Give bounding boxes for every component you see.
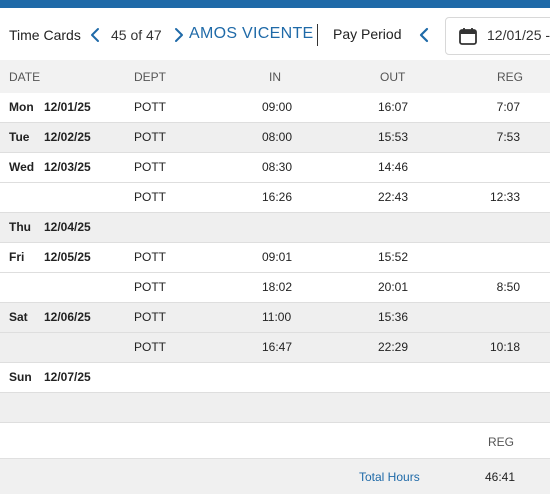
calendar-icon (458, 26, 478, 51)
cell-day: Fri (9, 250, 25, 264)
table-row[interactable]: Sat 12/06/25 POTT 11:00 15:36 (0, 303, 550, 333)
col-reg: REG (497, 70, 524, 84)
cell-dept: POTT (134, 310, 166, 324)
cell-date: 12/03/25 (44, 160, 91, 174)
cell-date: 12/05/25 (44, 250, 91, 264)
table-row[interactable]: Wed 12/03/25 POTT 08:30 14:46 (0, 153, 550, 183)
table-row[interactable] (0, 393, 550, 423)
cell-reg: 7:53 (496, 130, 520, 144)
top-accent-bar (0, 0, 550, 8)
cell-date: 12/07/25 (44, 370, 91, 384)
header-bar: Time Cards 45 of 47 AMOS VICENTE Pay Per… (0, 8, 550, 60)
chevron-left-icon (91, 28, 99, 42)
chevron-right-icon (175, 28, 183, 42)
table-row[interactable]: POTT 16:26 22:43 12:33 (0, 183, 550, 213)
pay-period-label: Pay Period (333, 26, 402, 42)
cell-out: 16:07 (378, 100, 409, 114)
col-date: DATE (9, 70, 41, 84)
cell-in: 16:26 (262, 190, 293, 204)
page-title: Time Cards (9, 27, 81, 43)
cell-day: Tue (9, 130, 30, 144)
cell-in: 09:01 (262, 250, 293, 264)
table-header: DATE DEPT IN OUT REG (0, 60, 550, 93)
table-row[interactable]: Fri 12/05/25 POTT 09:01 15:52 (0, 243, 550, 273)
cell-day: Thu (9, 220, 31, 234)
table-row[interactable]: POTT 16:47 22:29 10:18 (0, 333, 550, 363)
table-row[interactable]: Thu 12/04/25 (0, 213, 550, 243)
cell-date: 12/02/25 (44, 130, 91, 144)
cell-dept: POTT (134, 280, 166, 294)
cell-reg: 8:50 (496, 280, 520, 294)
record-counter: 45 of 47 (111, 27, 162, 43)
header-divider (317, 24, 318, 46)
cell-date: 12/01/25 (44, 100, 91, 114)
cell-dept: POTT (134, 130, 166, 144)
employee-name-link[interactable]: AMOS VICENTE (189, 25, 314, 43)
cell-reg: 10:18 (489, 340, 520, 354)
cell-in: 08:30 (262, 160, 293, 174)
cell-in: 18:02 (262, 280, 293, 294)
cell-out: 14:46 (378, 160, 409, 174)
cell-in: 09:00 (262, 100, 293, 114)
col-in: IN (269, 70, 281, 84)
cell-out: 20:01 (378, 280, 409, 294)
cell-out: 15:36 (378, 310, 409, 324)
summary-footer: Total Hours 46:41 (0, 459, 550, 494)
summary-reg-label: REG (488, 435, 515, 449)
chevron-left-icon (419, 27, 429, 43)
table-row[interactable]: Sun 12/07/25 (0, 363, 550, 393)
col-dept: DEPT (134, 70, 167, 84)
cell-day: Sat (9, 310, 28, 324)
col-out: OUT (380, 70, 406, 84)
cell-day: Wed (9, 160, 35, 174)
cell-dept: POTT (134, 160, 166, 174)
cell-dept: POTT (134, 190, 166, 204)
table-row[interactable]: Tue 12/02/25 POTT 08:00 15:53 7:53 (0, 123, 550, 153)
cell-dept: POTT (134, 340, 166, 354)
total-hours-label: Total Hours (359, 470, 420, 484)
total-hours-value: 46:41 (485, 470, 516, 484)
pay-period-date-picker[interactable]: 12/01/25 - (445, 17, 550, 55)
cell-day: Mon (9, 100, 34, 114)
cell-dept: POTT (134, 100, 166, 114)
cell-in: 16:47 (262, 340, 293, 354)
cell-reg: 12:33 (489, 190, 520, 204)
table-row[interactable]: POTT 18:02 20:01 8:50 (0, 273, 550, 303)
cell-in: 08:00 (262, 130, 293, 144)
table-row[interactable]: Mon 12/01/25 POTT 09:00 16:07 7:07 (0, 93, 550, 123)
cell-out: 22:43 (378, 190, 409, 204)
prev-pay-period-button[interactable] (417, 26, 433, 44)
next-employee-button[interactable] (170, 26, 186, 44)
summary-header: REG (0, 424, 550, 459)
cell-date: 12/04/25 (44, 220, 91, 234)
cell-out: 15:53 (378, 130, 409, 144)
prev-employee-button[interactable] (88, 26, 104, 44)
cell-out: 22:29 (378, 340, 409, 354)
cell-dept: POTT (134, 250, 166, 264)
cell-date: 12/06/25 (44, 310, 91, 324)
cell-out: 15:52 (378, 250, 409, 264)
date-range-value: 12/01/25 - (487, 27, 550, 43)
cell-reg: 7:07 (496, 100, 520, 114)
cell-day: Sun (9, 370, 32, 384)
cell-in: 11:00 (262, 310, 292, 324)
